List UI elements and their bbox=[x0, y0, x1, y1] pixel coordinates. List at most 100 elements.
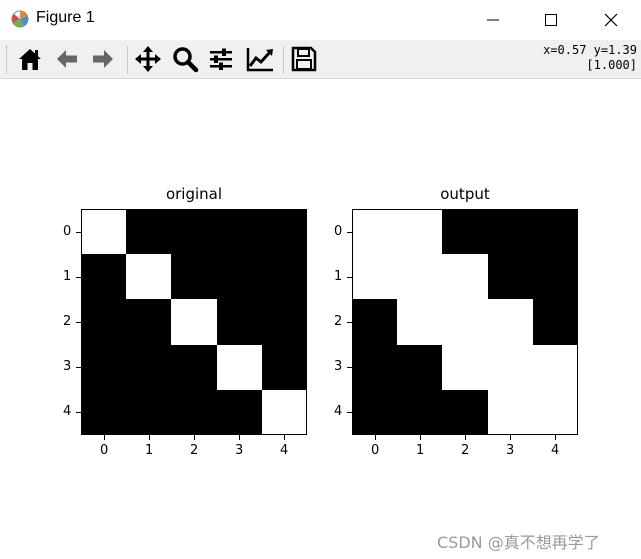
heatmap-cell bbox=[397, 299, 444, 346]
heatmap-cell bbox=[126, 210, 173, 256]
heatmap-cell bbox=[532, 210, 577, 256]
forward-arrow-icon bbox=[93, 50, 113, 68]
heatmap-cell bbox=[353, 210, 399, 256]
x-tick-mark bbox=[239, 435, 240, 440]
x-tick-label: 0 bbox=[371, 443, 380, 458]
forward-button[interactable] bbox=[88, 44, 118, 74]
heatmap-cell bbox=[126, 299, 173, 346]
heatmap-cell bbox=[442, 299, 489, 346]
save-floppy-icon bbox=[291, 46, 317, 72]
heatmap-cell bbox=[353, 344, 399, 391]
heatmap-cell bbox=[126, 344, 173, 391]
y-tick-label: 3 bbox=[334, 359, 343, 374]
title-bar: Figure 1 bbox=[0, 0, 641, 40]
heatmap-cell bbox=[487, 344, 534, 391]
x-tick-mark bbox=[420, 435, 421, 440]
close-button[interactable] bbox=[596, 6, 626, 34]
axes-title-output: output bbox=[440, 185, 490, 203]
heatmap-cell bbox=[487, 389, 534, 434]
x-tick-label: 3 bbox=[506, 443, 515, 458]
edit-axes-button[interactable] bbox=[244, 44, 274, 74]
y-tick-mark bbox=[76, 232, 81, 233]
matplotlib-logo-icon bbox=[10, 9, 30, 29]
heatmap-cell bbox=[353, 299, 399, 346]
heatmap-cell bbox=[487, 254, 534, 301]
heatmap-cell bbox=[261, 299, 306, 346]
heatmap-cell bbox=[442, 210, 489, 256]
pan-button[interactable] bbox=[133, 44, 163, 74]
heatmap-cell bbox=[397, 344, 444, 391]
back-button[interactable] bbox=[52, 44, 82, 74]
y-tick-label: 4 bbox=[334, 404, 343, 419]
heatmap-cell bbox=[82, 254, 128, 301]
y-tick-label: 2 bbox=[334, 314, 343, 329]
x-tick-label: 2 bbox=[190, 443, 199, 458]
heatmap-cell bbox=[532, 299, 577, 346]
y-tick-label: 1 bbox=[63, 269, 72, 284]
heatmap-cell bbox=[353, 254, 399, 301]
heatmap-cell bbox=[532, 254, 577, 301]
y-tick-mark bbox=[76, 412, 81, 413]
minimize-button[interactable] bbox=[478, 6, 508, 34]
x-tick-mark bbox=[104, 435, 105, 440]
x-tick-label: 0 bbox=[100, 443, 109, 458]
y-tick-label: 0 bbox=[334, 224, 343, 239]
heatmap-cell bbox=[397, 210, 444, 256]
x-tick-label: 4 bbox=[551, 443, 560, 458]
edit-axes-icon bbox=[246, 48, 273, 72]
y-tick-mark bbox=[347, 232, 352, 233]
heatmap-cell bbox=[261, 344, 306, 391]
maximize-button[interactable] bbox=[536, 6, 566, 34]
heatmap-cell bbox=[216, 254, 263, 301]
coords-line-value: [1.000] bbox=[586, 58, 637, 72]
x-tick-label: 1 bbox=[416, 443, 425, 458]
window-title: Figure 1 bbox=[36, 9, 95, 26]
y-tick-mark bbox=[347, 277, 352, 278]
heatmap-cell bbox=[82, 344, 128, 391]
cursor-coordinates-readout: x=0.57 y=1.39 [1.000] bbox=[543, 43, 637, 73]
home-button[interactable] bbox=[15, 44, 45, 74]
heatmap-cell bbox=[171, 299, 218, 346]
x-tick-mark bbox=[284, 435, 285, 440]
heatmap-cell bbox=[126, 389, 173, 434]
zoom-magnifier-icon bbox=[173, 47, 199, 73]
heatmap-cell bbox=[261, 210, 306, 256]
heatmap-cell bbox=[532, 389, 577, 434]
configure-subplots-button[interactable] bbox=[206, 44, 236, 74]
heatmap-cell bbox=[397, 254, 444, 301]
save-button[interactable] bbox=[289, 44, 319, 74]
heatmap-cell bbox=[82, 210, 128, 256]
zoom-button[interactable] bbox=[170, 44, 200, 74]
heatmap-cell bbox=[171, 389, 218, 434]
y-tick-mark bbox=[76, 322, 81, 323]
heatmap-cell bbox=[442, 254, 489, 301]
subplots-config-icon bbox=[210, 48, 232, 70]
x-tick-label: 2 bbox=[461, 443, 470, 458]
heatmap-cell bbox=[216, 389, 263, 434]
x-tick-mark bbox=[510, 435, 511, 440]
y-tick-label: 1 bbox=[334, 269, 343, 284]
back-arrow-icon bbox=[57, 50, 77, 68]
pan-move-icon bbox=[135, 46, 161, 72]
maximize-icon bbox=[545, 14, 557, 26]
y-tick-label: 3 bbox=[63, 359, 72, 374]
y-tick-mark bbox=[347, 367, 352, 368]
heatmap-original[interactable] bbox=[81, 209, 307, 435]
y-tick-mark bbox=[347, 412, 352, 413]
x-tick-label: 3 bbox=[235, 443, 244, 458]
x-tick-label: 4 bbox=[280, 443, 289, 458]
x-tick-label: 1 bbox=[145, 443, 154, 458]
home-icon bbox=[19, 49, 41, 70]
heatmap-cell bbox=[353, 389, 399, 434]
heatmap-cell bbox=[82, 389, 128, 434]
y-tick-label: 0 bbox=[63, 224, 72, 239]
close-icon bbox=[604, 13, 618, 27]
figure-canvas[interactable]: original 0 1 2 3 4 0 1 2 3 4 output 0 1 2 3 4 0 1 2 3 4 bbox=[0, 79, 641, 559]
heatmap-cell bbox=[216, 344, 263, 391]
y-tick-label: 4 bbox=[63, 404, 72, 419]
heatmap-cell bbox=[261, 389, 306, 434]
x-tick-mark bbox=[375, 435, 376, 440]
minimize-icon bbox=[487, 19, 499, 21]
heatmap-output[interactable] bbox=[352, 209, 578, 435]
y-tick-mark bbox=[76, 277, 81, 278]
